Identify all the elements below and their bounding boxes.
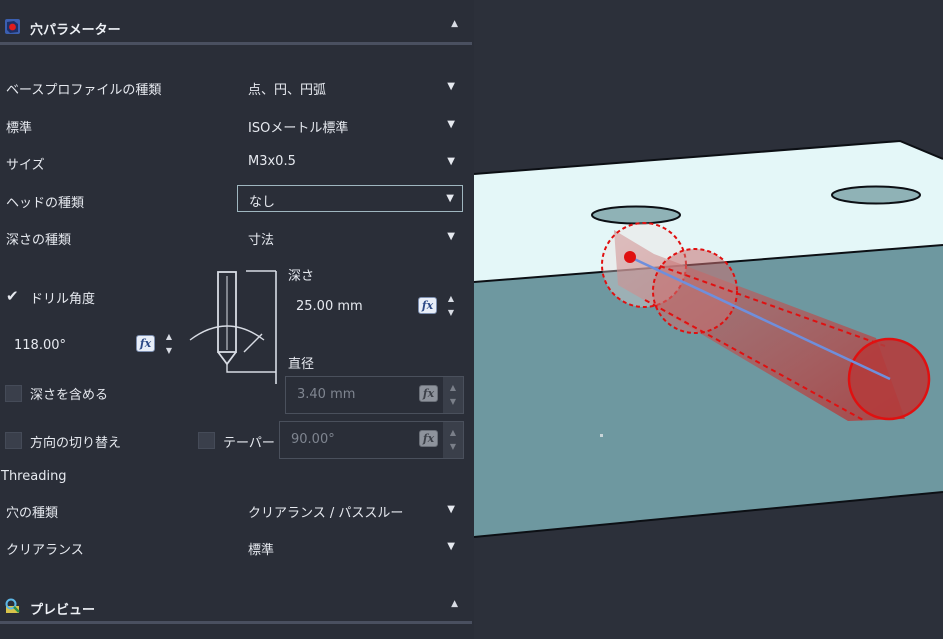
drill-angle-label: ドリル角度 [30,292,96,307]
diameter-field[interactable]: 3.40 mm fx ▲ ▼ [285,376,464,414]
standard-combo[interactable]: ISOメートル標準 ▼ [237,112,463,139]
drill-angle-spinner[interactable]: ▲ ▼ [163,330,175,358]
taper-checkbox[interactable] [198,432,215,449]
chevron-down-icon: ▼ [447,541,455,552]
size-value: M3x0.5 [248,154,296,169]
depth-type-value: 寸法 [248,233,275,248]
head-type-value: なし [249,195,276,210]
flip-direction-label: 方向の切り替え [30,436,122,451]
taper-label: テーパー [223,436,275,451]
base-profile-value: 点、円、円弧 [248,83,327,98]
hole-params-header[interactable]: 穴パラメーター ▲ [0,10,472,44]
include-depth-label: 深さを含める [30,388,109,403]
head-type-label: ヘッドの種類 [6,196,85,211]
section-divider [0,621,472,624]
preview-icon [5,598,20,613]
existing-hole [831,185,921,205]
hole-params-icon [5,19,20,34]
flip-direction-checkbox[interactable] [5,432,22,449]
chevron-up-icon[interactable]: ▲ [451,599,458,609]
chevron-down-icon: ▼ [447,156,455,167]
chevron-down-icon: ▼ [447,81,455,92]
task-panel: 穴パラメーター ▲ ベースプロファイルの種類 点、円、円弧 ▼ 標準 ISOメー… [0,0,474,639]
taper-spinner: ▲ ▼ [443,422,463,458]
diameter-value: 3.40 mm [297,387,356,402]
chevron-up-icon[interactable]: ▲ [451,19,458,29]
drill-angle-value[interactable]: 118.00° [14,338,66,353]
spinner-arrows: ▲ ▼ [449,383,457,406]
existing-hole [591,205,681,225]
depth-type-label: 深さの種類 [6,233,72,248]
chevron-down-icon: ▼ [447,504,455,515]
hole-params-title: 穴パラメーター [30,23,121,38]
head-type-combo[interactable]: なし ▼ [237,185,463,212]
preview-title: プレビュー [30,603,96,618]
depth-spinner[interactable]: ▲ ▼ [445,292,457,320]
drill-diagram [189,270,277,384]
include-depth-checkbox[interactable] [5,385,22,402]
fx-icon[interactable]: fx [136,335,155,352]
clearance-label: クリアランス [6,543,84,558]
chevron-down-icon: ▼ [447,231,455,242]
taper-value: 90.00° [291,432,335,447]
hole-point-marker[interactable] [624,251,636,263]
chevron-down-icon: ▼ [446,193,454,204]
depth-label: 深さ [288,269,315,284]
clearance-value: 標準 [248,543,275,558]
base-profile-label: ベースプロファイルの種類 [6,83,162,98]
hole-type-value: クリアランス / パススルー [248,506,404,521]
threading-header: Threading [1,469,67,484]
clearance-combo[interactable]: 標準 ▼ [237,534,463,561]
hole-type-combo[interactable]: クリアランス / パススルー ▼ [237,497,463,524]
3d-viewport[interactable] [474,0,943,639]
fx-icon: fx [419,430,438,447]
size-combo[interactable]: M3x0.5 ▼ [237,149,463,176]
chevron-down-icon: ▼ [447,119,455,130]
section-divider [0,42,472,45]
depth-type-combo[interactable]: 寸法 ▼ [237,224,463,251]
fx-icon: fx [419,385,438,402]
fx-icon[interactable]: fx [418,297,437,314]
diameter-label: 直径 [288,357,315,372]
hole-type-label: 穴の種類 [6,506,59,521]
taper-field[interactable]: 90.00° fx ▲ ▼ [279,421,464,459]
model-render [474,139,943,538]
size-label: サイズ [6,158,45,173]
standard-value: ISOメートル標準 [248,121,349,136]
depth-value[interactable]: 25.00 mm [296,299,363,314]
spinner-arrows: ▲ ▼ [449,428,457,451]
hole-preview-depth [652,248,738,334]
preview-header[interactable]: プレビュー ▲ [0,590,472,624]
base-profile-combo[interactable]: 点、円、円弧 ▼ [237,74,463,101]
drill-angle-checkbox[interactable] [5,287,22,306]
standard-label: 標準 [6,121,33,136]
diameter-spinner: ▲ ▼ [443,377,463,413]
